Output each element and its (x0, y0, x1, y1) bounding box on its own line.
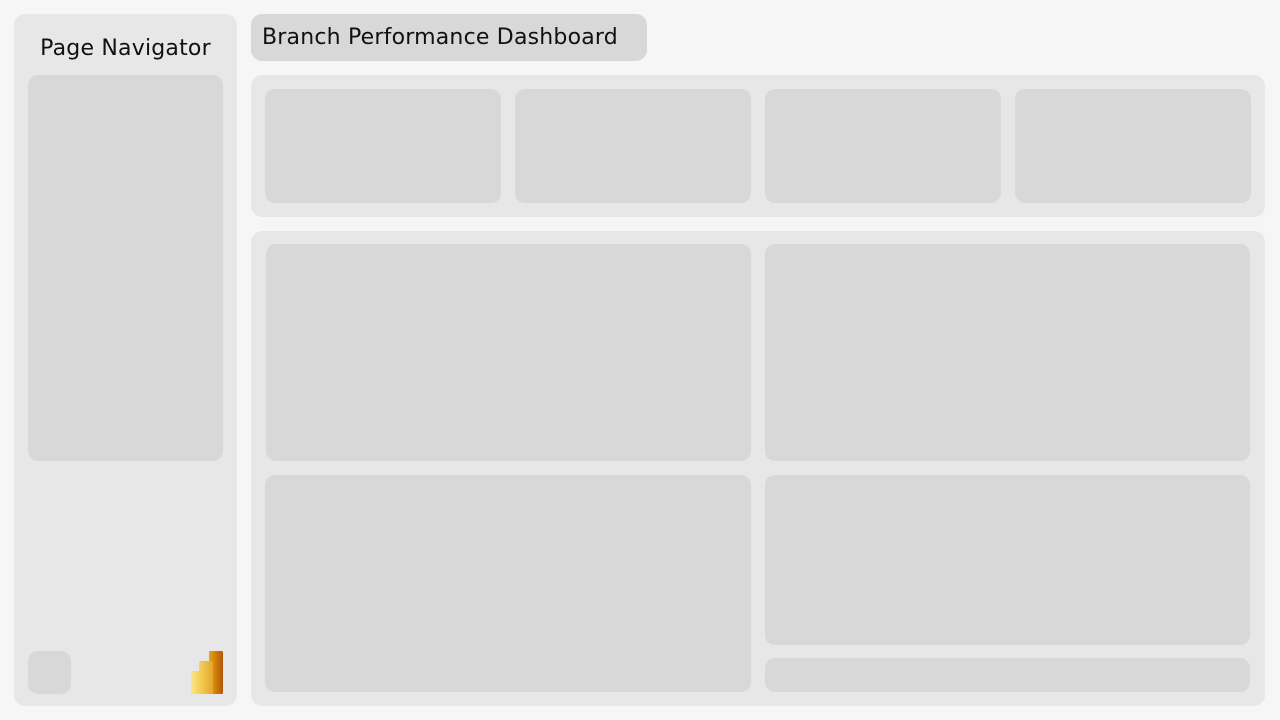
power-bi-logo-icon (191, 651, 223, 694)
kpi-card[interactable] (265, 89, 501, 203)
visual-tile[interactable] (266, 244, 751, 461)
kpi-card[interactable] (765, 89, 1001, 203)
navigator-action-button[interactable] (28, 651, 71, 694)
dashboard-page: Page Navigator Branch Performance Dashbo… (0, 0, 1280, 720)
page-navigator-panel: Page Navigator (14, 14, 237, 706)
visual-tile[interactable] (765, 475, 1250, 645)
visuals-panel (251, 231, 1265, 706)
kpi-panel (251, 75, 1265, 217)
visual-tile[interactable] (765, 244, 1250, 461)
visual-tile[interactable] (765, 658, 1250, 692)
page-title: Branch Performance Dashboard (262, 24, 618, 50)
page-navigator-list[interactable] (28, 75, 223, 461)
visual-tile[interactable] (265, 475, 751, 692)
page-title-box: Branch Performance Dashboard (251, 14, 647, 61)
page-navigator-title: Page Navigator (40, 36, 211, 61)
kpi-card[interactable] (515, 89, 751, 203)
kpi-card[interactable] (1015, 89, 1251, 203)
